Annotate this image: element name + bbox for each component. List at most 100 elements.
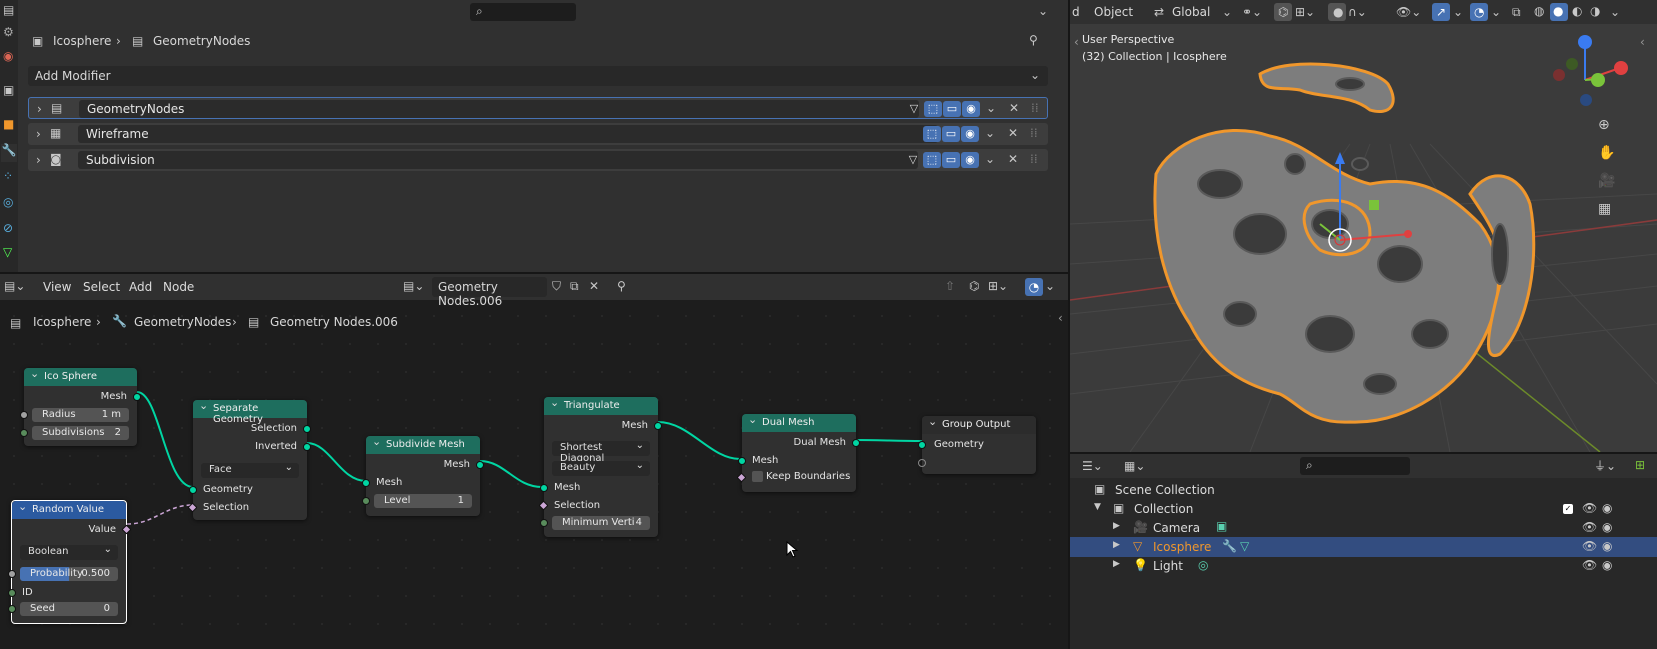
drag-handle-icon[interactable]: ⁞⁞ [1031, 102, 1039, 114]
output-socket[interactable] [133, 393, 141, 401]
modifier-name-field[interactable]: GeometryNodes [79, 100, 919, 118]
outliner-row-light[interactable]: ▶ 💡 Light ◎ 👁 ◉ [1070, 556, 1657, 576]
eye-icon[interactable]: 👁 [1582, 502, 1597, 514]
input-socket[interactable] [918, 459, 926, 467]
render-icon[interactable]: ◉ [962, 101, 980, 117]
duplicate-icon[interactable]: ⧉ [570, 280, 579, 292]
node-random-value[interactable]: Random Value Value Boolean Probability0.… [8, 500, 132, 624]
data-tab-icon[interactable]: ▽ [3, 246, 12, 258]
expand-chevron-icon[interactable]: › [36, 128, 41, 140]
node-ico-sphere[interactable]: Ico Sphere Mesh Radius1 m Subdivisions2 [20, 367, 141, 446]
chevron-down-icon[interactable]: ⌄ [985, 127, 995, 139]
input-socket[interactable] [20, 411, 28, 419]
menu-object[interactable]: Object [1094, 5, 1133, 19]
quad-method-dropdown[interactable]: Shortest Diagonal [552, 440, 650, 464]
node-tree-browse-icon[interactable]: ▤⌄ [403, 280, 424, 292]
node-group-output[interactable]: Group Output Geometry [918, 415, 1036, 474]
eye-icon[interactable]: 👁 [1582, 521, 1597, 533]
input-socket[interactable] [8, 589, 16, 597]
material-shading-icon[interactable]: ◐ [1572, 5, 1582, 17]
outliner-row-icosphere[interactable]: ▶ ▽ Icosphere 🔧 ▽ 👁 ◉ [1070, 537, 1657, 557]
eye-icon[interactable]: 👁 [1582, 559, 1597, 571]
rendered-shading-icon[interactable]: ◑ [1590, 5, 1600, 17]
data-type-dropdown[interactable]: Boolean [20, 544, 118, 560]
menu-select[interactable]: Select [83, 280, 120, 294]
wireframe-shading-icon[interactable]: ◍ [1534, 5, 1544, 17]
modifier-panel-subdivision[interactable]: › ◙ Subdivision ▽ ⬚ ▭ ◉ ⌄ ✕ ⁞⁞ [28, 149, 1048, 171]
pin-icon[interactable]: ⚲ [617, 280, 626, 292]
menu-view[interactable]: View [43, 280, 71, 294]
physics-tab-icon[interactable]: ◎ [3, 196, 13, 208]
snap-settings-icon[interactable]: ⊞⌄ [1295, 6, 1315, 18]
overlays-icon[interactable]: ◔ [1025, 278, 1043, 296]
chevron-down-icon[interactable]: ⌄ [1610, 6, 1620, 18]
output-socket[interactable] [303, 425, 311, 433]
outliner-row-camera[interactable]: ▶ 🎥 Camera ▣ 👁 ◉ [1070, 518, 1657, 538]
pan-hand-icon[interactable]: ✋ [1598, 146, 1615, 160]
pin-icon[interactable]: ⚲ [1029, 34, 1038, 46]
parent-node-tree-icon[interactable]: ⇧ [945, 280, 955, 292]
viewport-display-icon[interactable]: ▭ [942, 152, 960, 168]
edit-mode-cage-icon[interactable]: ▽ [904, 152, 922, 168]
keep-boundaries-checkbox[interactable] [752, 471, 763, 482]
sidebar-toggle-icon[interactable]: ‹ [1058, 312, 1063, 324]
exclude-checkbox[interactable]: ✓ [1563, 504, 1573, 514]
snap-settings-icon[interactable]: ⊞⌄ [988, 280, 1008, 292]
render-camera-icon[interactable]: ◉ [1602, 540, 1612, 552]
properties-search-input[interactable]: ⌕ [470, 3, 576, 21]
chevron-down-icon[interactable]: ⌄ [1491, 6, 1501, 18]
outliner-row-scene-collection[interactable]: ▣ Scene Collection [1070, 480, 1657, 500]
input-socket[interactable] [362, 497, 370, 505]
area-separator[interactable] [0, 272, 1068, 274]
ngon-method-dropdown[interactable]: Beauty [552, 460, 650, 476]
outliner-search-input[interactable]: ⌕ [1300, 457, 1410, 475]
input-socket[interactable] [189, 486, 197, 494]
minimum-vertices-field[interactable]: Minimum Verti 4 [552, 516, 650, 530]
falloff-icon[interactable]: ∩⌄ [1348, 6, 1367, 18]
input-socket[interactable] [918, 441, 926, 449]
viewport-display-icon[interactable]: ▭ [943, 101, 961, 117]
expand-chevron-icon[interactable]: › [37, 103, 42, 115]
close-icon[interactable]: ✕ [1008, 153, 1018, 165]
menu-node[interactable]: Node [163, 280, 194, 294]
render-camera-icon[interactable]: ◉ [1602, 559, 1612, 571]
render-camera-icon[interactable]: ◉ [1602, 502, 1612, 514]
editor-type-icon[interactable]: ▤ [3, 4, 14, 16]
solid-shading-icon[interactable]: ● [1550, 3, 1568, 21]
drag-handle-icon[interactable]: ⁞⁞ [1030, 153, 1038, 165]
node-dual-mesh[interactable]: Dual Mesh Dual Mesh Mesh Keep Boundaries [736, 413, 860, 492]
eye-icon[interactable]: 👁 [1582, 540, 1597, 552]
input-socket[interactable] [8, 605, 16, 613]
level-field[interactable]: Level 1 [374, 494, 472, 508]
close-icon[interactable]: ✕ [1009, 102, 1019, 114]
modifier-panel-geometrynodes[interactable]: › ▤ GeometryNodes ▽ ⬚ ▭ ◉ ⌄ ✕ ⁞⁞ [28, 97, 1048, 119]
subdivisions-field[interactable]: Subdivisions 2 [32, 426, 129, 440]
node-triangulate[interactable]: Triangulate Mesh Shortest Diagonal Beaut… [538, 396, 662, 537]
chevron-down-icon[interactable]: ⌄ [1453, 6, 1463, 18]
proportional-edit-icon[interactable]: ● [1328, 3, 1346, 21]
snap-icon[interactable]: ⌬ [969, 280, 979, 292]
add-modifier-dropdown[interactable]: Add Modifier ⌄ [28, 66, 1048, 86]
overlays-icon[interactable]: ◔ [1470, 3, 1488, 21]
input-socket[interactable] [8, 570, 16, 578]
gizmo-toggle-icon[interactable]: ↗ [1432, 3, 1450, 21]
input-socket[interactable] [540, 484, 548, 492]
radius-field[interactable]: Radius 1 m [32, 408, 129, 422]
modifier-name-field[interactable]: Subdivision [78, 151, 918, 169]
world-tab-icon[interactable]: ◉ [3, 50, 13, 62]
viewport-display-icon[interactable]: ▭ [942, 126, 960, 142]
viewport-3d[interactable]: d Object ⇄ Global ⌄ ⚭⌄ ⌬ ⊞⌄ ● ∩⌄ 👁⌄ ↗ ⌄ … [1070, 0, 1657, 452]
expand-chevron-icon[interactable]: › [36, 154, 41, 166]
render-icon[interactable]: ◉ [961, 152, 979, 168]
modifier-panel-wireframe[interactable]: › ▦ Wireframe ⬚ ▭ ◉ ⌄ ✕ ⁞⁞ [28, 123, 1048, 145]
visibility-icon[interactable]: 👁⌄ [1396, 6, 1421, 18]
chevron-down-icon[interactable]: ⌄ [1045, 280, 1055, 292]
snap-toggle-icon[interactable]: ⌬ [1274, 3, 1292, 21]
outliner-row-collection[interactable]: ▼ ▣ Collection ✓ 👁 ◉ [1070, 499, 1657, 519]
node-subdivide-mesh[interactable]: Subdivide Mesh Mesh Mesh Level1 [362, 435, 484, 516]
chevron-down-icon[interactable]: ⌄ [986, 102, 996, 114]
menu-add[interactable]: Add [129, 280, 152, 294]
collection-tab-icon[interactable]: ▣ [3, 84, 14, 96]
node-editor-canvas[interactable] [0, 274, 1068, 649]
expand-triangle-icon[interactable]: ▶ [1113, 541, 1120, 550]
